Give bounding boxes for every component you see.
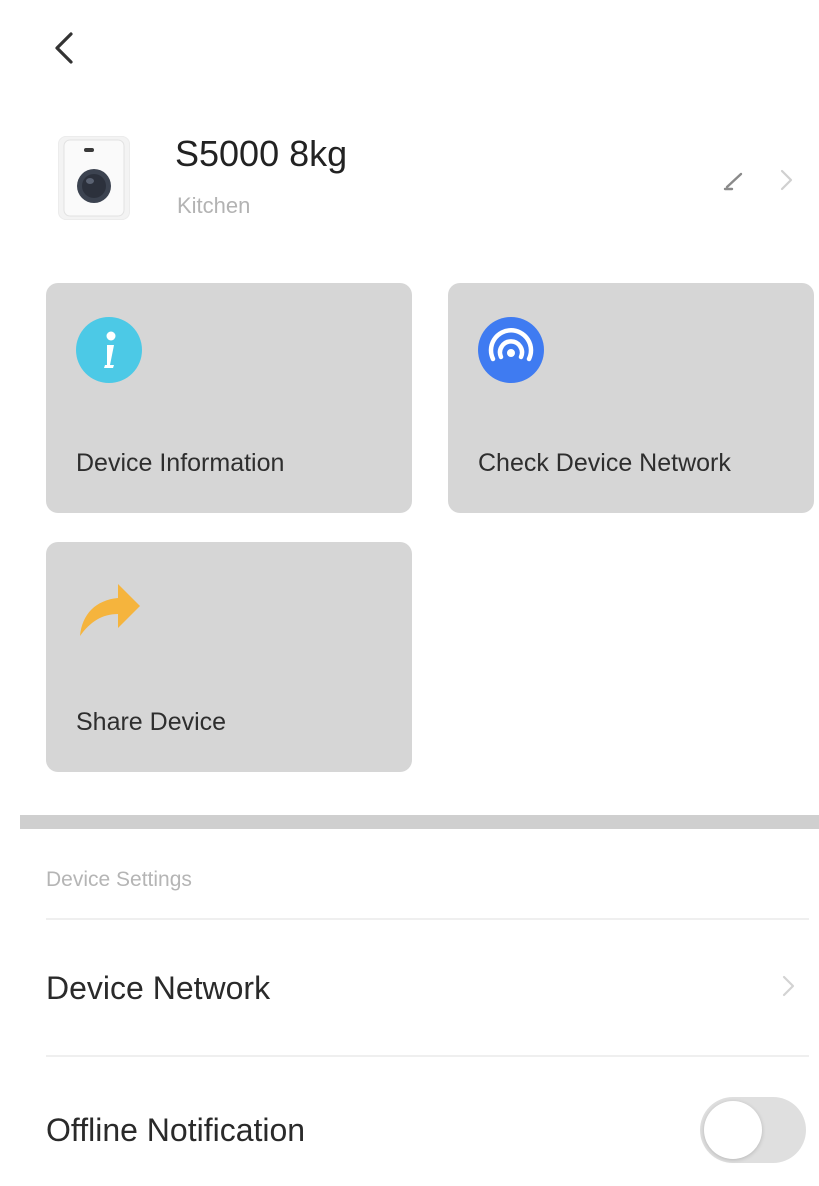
- device-room-label: Kitchen: [177, 193, 251, 218]
- back-arrow-icon: [55, 32, 73, 64]
- offline-notification-row: Offline Notification: [0, 1060, 819, 1186]
- share-arrow-icon: [80, 584, 140, 636]
- check-device-network-card[interactable]: Check Device Network: [448, 283, 814, 513]
- edit-name-button[interactable]: [712, 160, 756, 200]
- device-settings-section-title: Device Settings: [46, 868, 192, 891]
- device-thumbnail: [58, 136, 130, 220]
- device-information-label: Device Information: [76, 449, 285, 477]
- back-button[interactable]: [38, 22, 90, 74]
- device-network-row[interactable]: Device Network: [0, 922, 819, 1052]
- device-name: S5000 8kg: [175, 133, 348, 174]
- device-details-chevron[interactable]: [768, 160, 804, 200]
- divider: [46, 1055, 809, 1057]
- device-network-label: Device Network: [46, 970, 271, 1006]
- offline-notification-toggle[interactable]: [700, 1097, 806, 1163]
- device-network-chevron: [770, 966, 806, 1006]
- device-information-card[interactable]: Device Information: [46, 283, 412, 513]
- chevron-right-icon: [782, 975, 795, 997]
- info-icon: [76, 317, 142, 383]
- pencil-icon: [723, 172, 743, 191]
- chevron-right-icon: [780, 169, 793, 191]
- divider: [46, 918, 809, 920]
- offline-notification-label: Offline Notification: [46, 1112, 306, 1148]
- network-signal-icon: [478, 317, 544, 383]
- section-divider: [20, 815, 819, 829]
- share-device-card[interactable]: Share Device: [46, 542, 412, 772]
- toggle-knob: [704, 1101, 762, 1159]
- check-device-network-label: Check Device Network: [478, 449, 731, 477]
- share-device-label: Share Device: [76, 708, 227, 736]
- washing-machine-icon: [63, 139, 125, 217]
